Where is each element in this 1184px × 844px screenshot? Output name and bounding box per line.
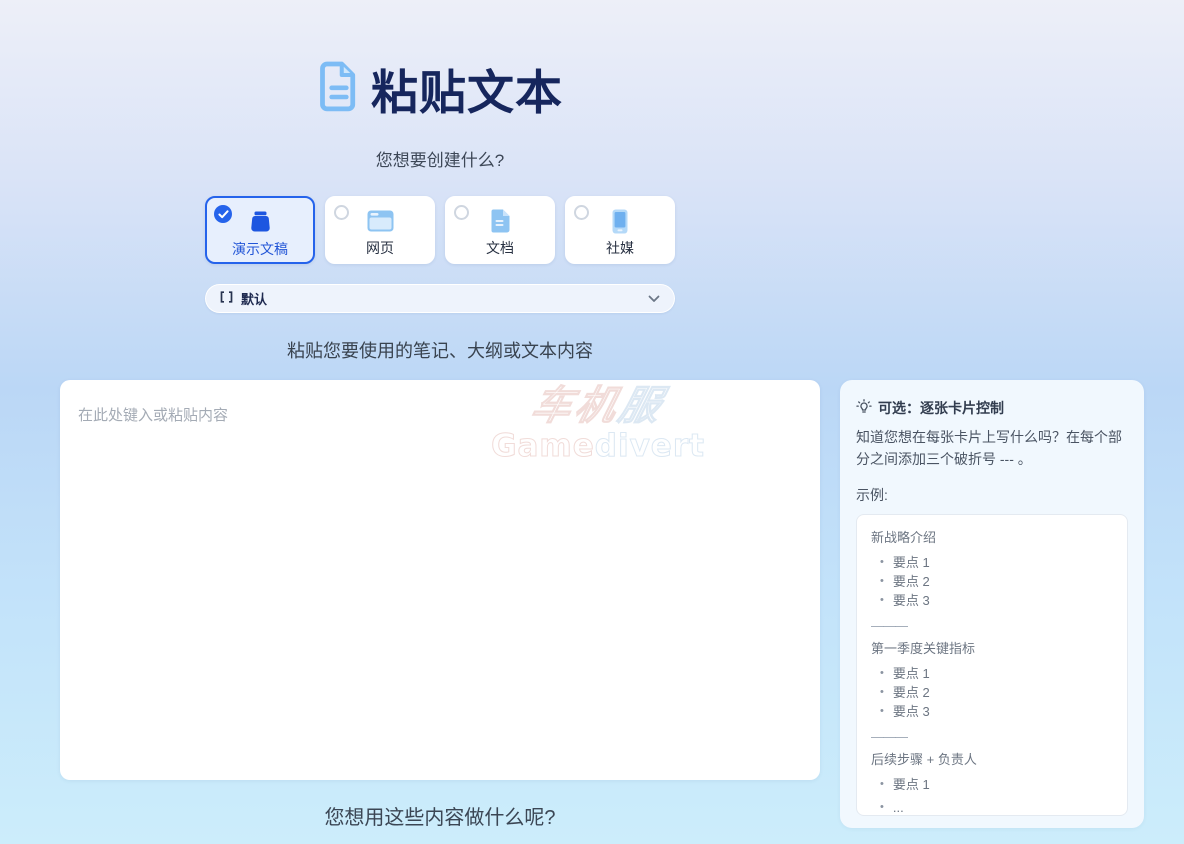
bullet-icon: • [880, 683, 884, 702]
example-divider: ——— [871, 730, 1113, 743]
bullet-icon: • [880, 775, 884, 794]
format-card-label: 网页 [366, 238, 394, 258]
page-header: 粘贴文本 [60, 54, 820, 123]
radio-unselected-icon [334, 205, 349, 220]
paste-instruction-label: 粘贴您要使用的笔记、大纲或文本内容 [60, 337, 820, 363]
radio-unselected-icon [454, 205, 469, 220]
example-bullet: •要点 3 [871, 591, 1113, 610]
lightbulb-icon [856, 399, 872, 418]
paste-editor-panel: 车机服 Gamedivert [60, 380, 820, 780]
bullet-icon: • [880, 702, 884, 721]
chevron-down-icon [648, 295, 660, 303]
tips-body-text: 知道您想在每张卡片上写什么吗？在每个部分之间添加三个破折号 --- 。 [856, 427, 1128, 470]
example-divider: ——— [871, 619, 1113, 632]
browser-icon [367, 208, 394, 234]
tips-header: 可选：逐张卡片控制 [856, 398, 1128, 418]
page-title: 粘贴文本 [371, 54, 563, 123]
bullet-icon: • [880, 591, 884, 610]
format-card-webpage[interactable]: 网页 [325, 196, 435, 264]
example-heading: 第一季度关键指标 [871, 640, 1113, 657]
example-heading: 新战略介绍 [871, 529, 1113, 546]
tips-panel: 可选：逐张卡片控制 知道您想在每张卡片上写什么吗？在每个部分之间添加三个破折号 … [840, 380, 1144, 828]
example-heading: 后续步骤 + 负责人 [871, 751, 1113, 768]
action-question-label: 您想用这些内容做什么呢? [60, 801, 820, 830]
selected-check-icon [214, 205, 232, 223]
template-select-value: 默认 [241, 289, 267, 308]
example-bullet: •要点 2 [871, 683, 1113, 702]
example-card: 新战略介绍 •要点 1 •要点 2 •要点 3 ——— 第一季度关键指标 •要点… [856, 514, 1128, 816]
example-bullet: •要点 1 [871, 553, 1113, 572]
format-card-social[interactable]: 社媒 [565, 196, 675, 264]
phone-icon [612, 208, 628, 234]
format-card-label: 演示文稿 [232, 239, 288, 259]
example-label: 示例: [856, 485, 1128, 505]
format-card-document[interactable]: 文档 [445, 196, 555, 264]
format-card-label: 社媒 [606, 238, 634, 258]
create-question-label: 您想要创建什么? [60, 146, 820, 171]
brackets-icon [220, 290, 233, 308]
example-bullet: •要点 1 [871, 775, 1113, 794]
presentation-icon [247, 209, 274, 235]
example-bullet: •要点 3 [871, 702, 1113, 721]
tips-title: 可选：逐张卡片控制 [878, 398, 1004, 418]
bullet-icon: • [880, 553, 884, 572]
example-bullet: •要点 2 [871, 572, 1113, 591]
document-icon [491, 208, 510, 234]
radio-unselected-icon [574, 205, 589, 220]
paste-document-icon [317, 60, 361, 117]
paste-textarea[interactable] [60, 380, 820, 780]
paste-text-page: 粘贴文本 您想要创建什么? 演示文稿 [0, 0, 1184, 844]
bullet-icon: • [880, 572, 884, 591]
bullet-icon: • [880, 798, 884, 816]
bullet-icon: • [880, 664, 884, 683]
format-option-group: 演示文稿 网页 文档 [205, 196, 675, 264]
example-bullet: •... [871, 798, 1113, 816]
example-bullet: •要点 1 [871, 664, 1113, 683]
format-card-label: 文档 [486, 238, 514, 258]
format-card-presentation[interactable]: 演示文稿 [205, 196, 315, 264]
template-select[interactable]: 默认 [205, 284, 675, 313]
